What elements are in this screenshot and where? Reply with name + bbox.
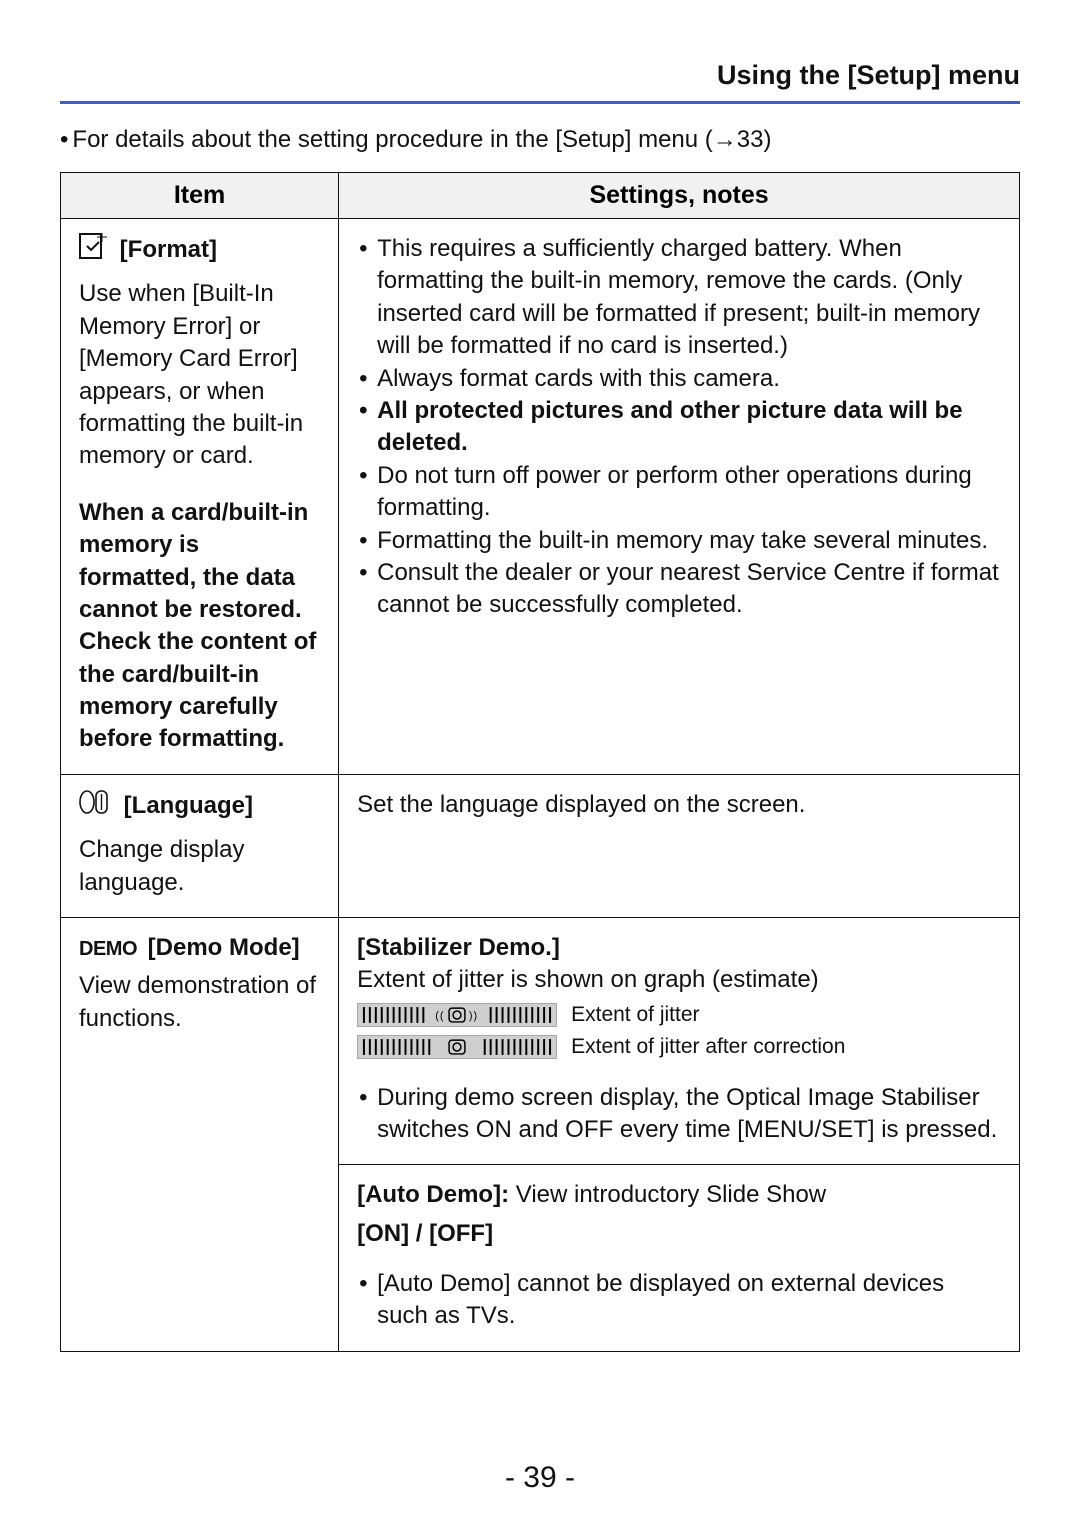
svg-text:)): )) [469, 1010, 478, 1022]
jitter-label-1: Extent of jitter [571, 1001, 699, 1029]
auto-demo-desc: View introductory Slide Show [516, 1181, 826, 1208]
header-title: Using the [Setup] menu [717, 60, 1020, 90]
column-header-notes: Settings, notes [339, 173, 1020, 219]
jitter-graphic-2 [357, 1035, 557, 1059]
intro-line: •For details about the setting procedure… [60, 126, 1020, 154]
auto-demo-options: [ON] / [OFF] [357, 1218, 1001, 1250]
language-icon [79, 789, 109, 824]
demo-desc: View demonstration of functions. [79, 970, 320, 1035]
auto-demo-title: [Auto Demo]: [357, 1181, 509, 1208]
language-title: [Language] [124, 792, 253, 819]
demo-icon: DEMO [79, 936, 137, 963]
format-note-5: Formatting the built-in memory may take … [377, 525, 1001, 557]
settings-table: Item Settings, notes [ [60, 172, 1020, 1352]
stabilizer-note: During demo screen display, the Optical … [377, 1082, 1001, 1147]
format-note-3: All protected pictures and other picture… [377, 395, 1001, 460]
stabilizer-desc: Extent of jitter is shown on graph (esti… [357, 964, 1001, 996]
table-row: [Language] Change display language. Set … [61, 774, 1020, 917]
stabilizer-title: [Stabilizer Demo.] [357, 932, 1001, 964]
format-note-6: Consult the dealer or your nearest Servi… [377, 557, 1001, 622]
format-note-1: This requires a sufficiently charged bat… [377, 233, 1001, 363]
table-row: DEMO [Demo Mode] View demonstration of f… [61, 918, 1020, 1165]
language-note: Set the language displayed on the screen… [357, 789, 1001, 821]
format-desc-2: When a card/built-in memory is formatted… [79, 497, 320, 756]
intro-text: For details about the setting procedure … [72, 126, 771, 153]
format-note-2: Always format cards with this camera. [377, 363, 1001, 395]
auto-demo-note: [Auto Demo] cannot be displayed on exter… [377, 1268, 1001, 1333]
format-desc-1: Use when [Built-In Memory Error] or [Mem… [79, 278, 320, 472]
demo-title: [Demo Mode] [148, 934, 300, 961]
jitter-graphic-1: (( )) [357, 1003, 557, 1027]
column-header-item: Item [61, 173, 339, 219]
format-title: [Format] [120, 236, 217, 263]
table-row: [Format] Use when [Built-In Memory Error… [61, 219, 1020, 775]
language-desc: Change display language. [79, 834, 320, 899]
format-icon [79, 233, 109, 268]
page-number: - 39 - [60, 1421, 1020, 1535]
svg-text:((: (( [435, 1010, 444, 1022]
page-header: Using the [Setup] menu [60, 60, 1020, 104]
jitter-label-2: Extent of jitter after correction [571, 1033, 845, 1061]
format-note-4: Do not turn off power or perform other o… [377, 460, 1001, 525]
